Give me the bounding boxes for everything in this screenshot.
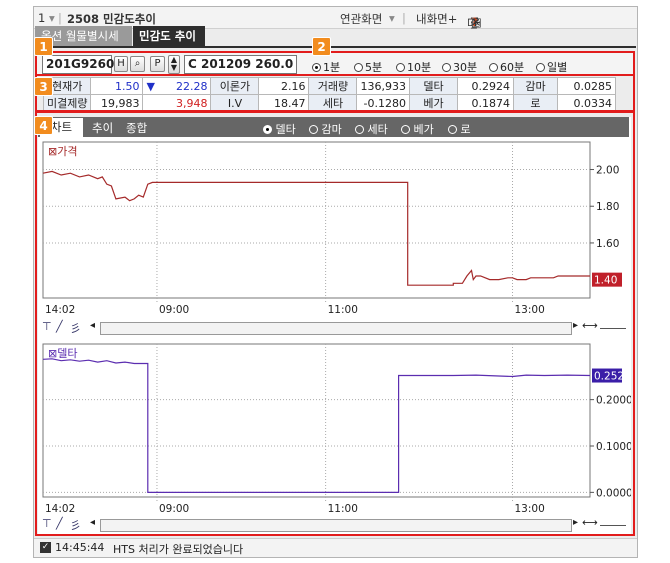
my-screen-button[interactable]: 내화면+ [416,11,457,27]
status-bar: ✓ 14:45:44 HTS 처리가 완료되었습니다 [34,538,637,557]
area-4-frame [35,111,635,536]
divider: | [402,11,406,25]
close-icon[interactable]: ✕ [471,15,481,29]
badge-4: 4 [34,116,53,135]
related-menu-button[interactable]: 연관화면 [340,11,382,27]
chevron-down-icon[interactable]: ▾ [389,11,395,25]
chevron-down-icon[interactable]: ▾ [49,11,55,25]
divider: | [58,11,62,25]
badge-2: 2 [312,37,331,56]
checkbox-icon[interactable]: ✓ [40,542,51,553]
area-1-frame [35,51,635,76]
tab-underline [35,46,636,48]
status-message: HTS 처리가 완료되었습니다 [113,543,244,556]
screen-number[interactable]: 1 [38,11,45,25]
screen-title: 2508 민감도추이 [67,12,156,26]
area-3-frame [35,74,635,112]
badge-3: 3 [34,77,53,96]
tab-sensitivity-trend[interactable]: 민감도 추이 [133,26,205,46]
badge-1: 1 [34,37,53,56]
status-time: 14:45:44 [55,541,105,554]
